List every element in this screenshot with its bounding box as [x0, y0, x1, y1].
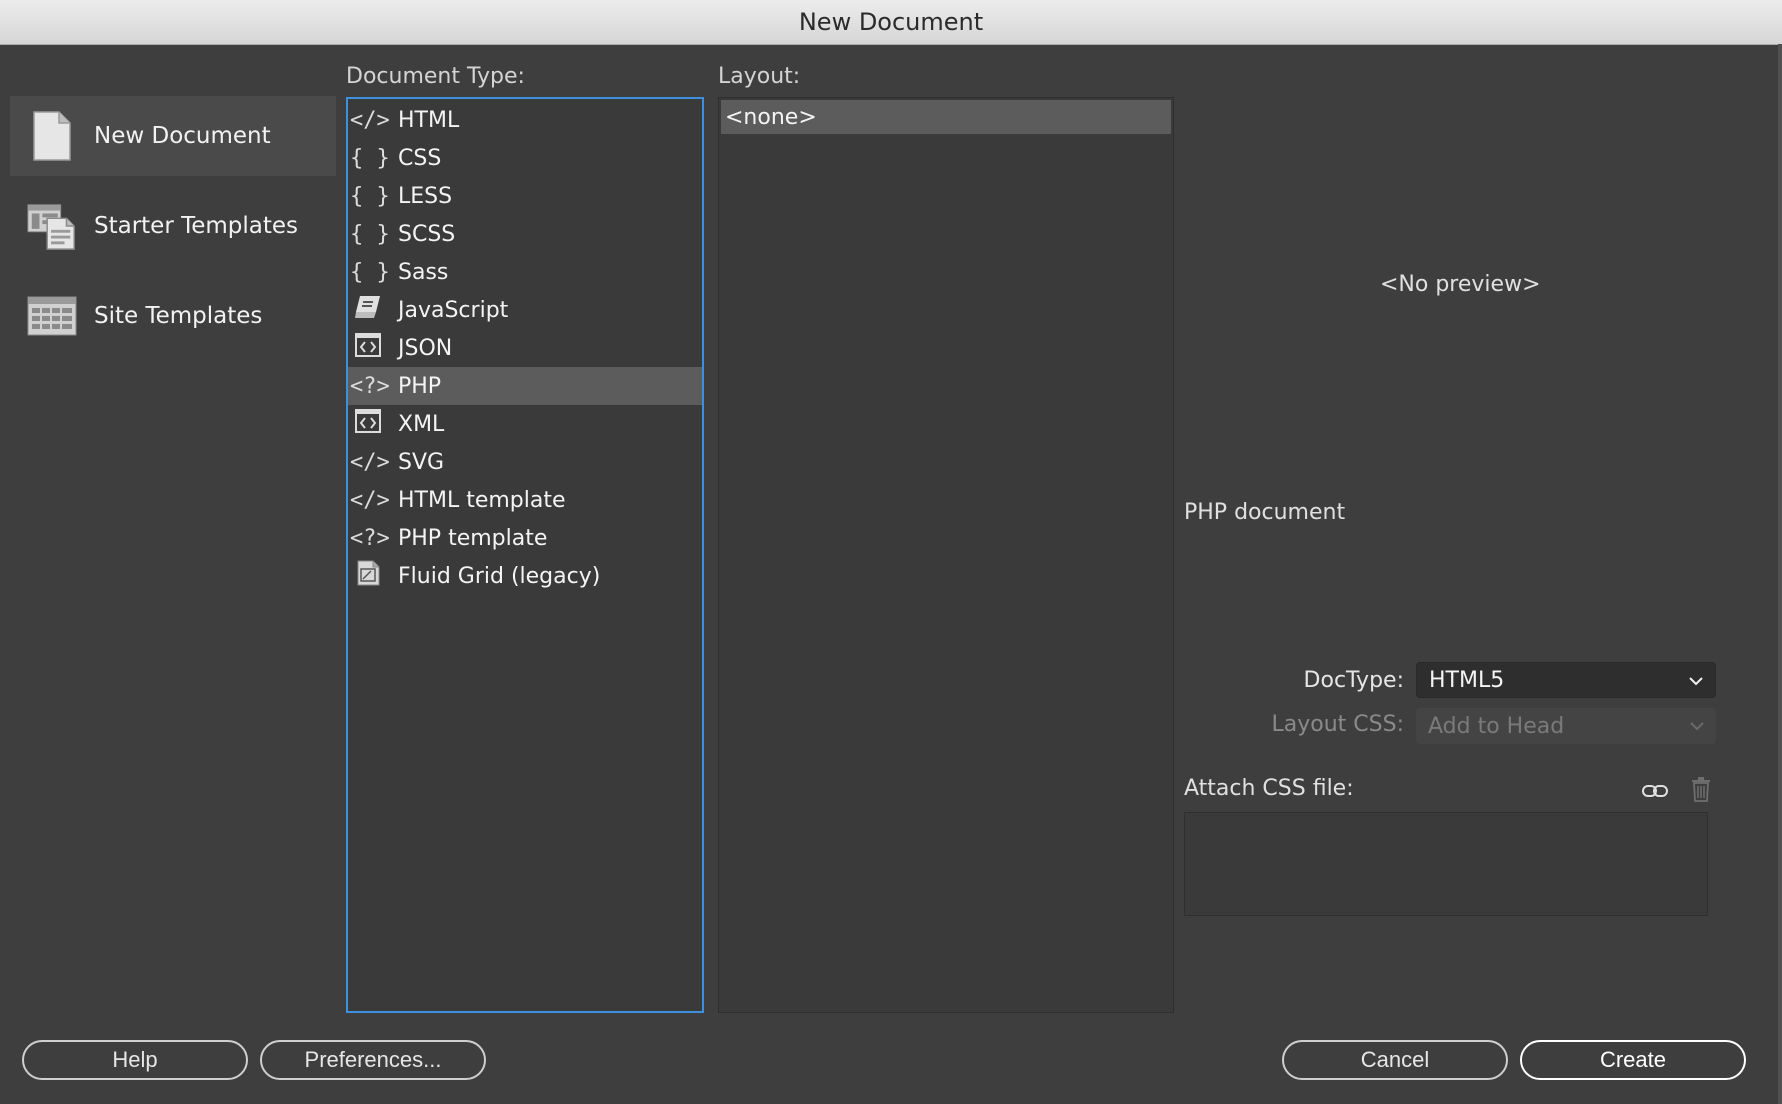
layout-label: Layout: [718, 64, 801, 89]
code-tag-icon: </> [350, 449, 390, 475]
layout-css-select: Add to Head [1416, 708, 1716, 744]
list-item[interactable]: Fluid Grid (legacy) [348, 557, 702, 595]
php-tag-icon: <?> [350, 373, 390, 399]
document-description: PHP document [1184, 500, 1346, 525]
list-item[interactable]: { } SCSS [348, 215, 702, 253]
list-item-label: LESS [398, 183, 453, 209]
help-button[interactable]: Help [22, 1040, 248, 1080]
chevron-down-icon [1688, 716, 1706, 741]
list-item-label: SCSS [398, 221, 456, 247]
list-item[interactable]: JavaScript [348, 291, 702, 329]
list-item[interactable]: { } CSS [348, 139, 702, 177]
sidebar-item-new-document[interactable]: New Document [10, 96, 336, 176]
doctype-value: HTML5 [1429, 667, 1505, 693]
doctype-label: DocType: [1303, 668, 1404, 693]
create-button[interactable]: Create [1520, 1040, 1746, 1080]
boxed-code-icon [350, 332, 386, 364]
new-document-dialog: New Document New Document Starter Templa… [0, 0, 1782, 1104]
trash-icon[interactable] [1686, 774, 1716, 804]
list-item[interactable]: </> SVG [348, 443, 702, 481]
php-tag-icon: <?> [350, 525, 390, 551]
braces-icon: { } [350, 221, 390, 247]
cancel-button[interactable]: Cancel [1282, 1040, 1508, 1080]
braces-icon: { } [350, 183, 390, 209]
fluid-grid-icon [350, 559, 386, 593]
document-type-label: Document Type: [346, 64, 525, 89]
layout-css-value: Add to Head [1428, 713, 1565, 739]
list-item[interactable]: </> HTML template [348, 481, 702, 519]
list-item-selected[interactable]: <?> PHP [348, 367, 702, 405]
braces-icon: { } [350, 259, 390, 285]
sidebar-item-label: Starter Templates [94, 213, 299, 239]
list-item-label: HTML template [398, 487, 566, 513]
list-item-label: Sass [398, 259, 449, 285]
doctype-select[interactable]: HTML5 [1416, 662, 1716, 698]
link-icon[interactable] [1640, 776, 1670, 806]
list-item[interactable]: JSON [348, 329, 702, 367]
title-bar: New Document [0, 0, 1782, 45]
list-item[interactable]: </> HTML [348, 101, 702, 139]
list-item[interactable]: XML [348, 405, 702, 443]
preferences-button[interactable]: Preferences... [260, 1040, 486, 1080]
layout-css-label: Layout CSS: [1271, 712, 1404, 737]
list-item-selected[interactable]: <none> [721, 100, 1171, 134]
list-item-label: SVG [398, 449, 445, 475]
window-title: New Document [798, 8, 984, 36]
list-item-label: CSS [398, 145, 442, 171]
list-item-label: PHP [398, 373, 442, 399]
list-item[interactable]: <?> PHP template [348, 519, 702, 557]
site-templates-icon [26, 290, 78, 342]
list-item-label: JSON [398, 335, 453, 361]
attached-css-list[interactable] [1184, 812, 1708, 916]
sidebar-item-site-templates[interactable]: Site Templates [10, 276, 336, 356]
starter-templates-icon [26, 200, 78, 252]
list-item-label: PHP template [398, 525, 548, 551]
list-item[interactable]: { } Sass [348, 253, 702, 291]
sidebar-item-label: New Document [94, 123, 271, 149]
document-type-list[interactable]: </> HTML { } CSS { } LESS { } SCSS { } S… [346, 97, 704, 1013]
braces-icon: { } [350, 145, 390, 171]
list-item-label: Fluid Grid (legacy) [398, 563, 601, 589]
attach-css-label: Attach CSS file: [1184, 776, 1354, 801]
preview-placeholder: <No preview> [1380, 272, 1541, 297]
list-item-label: HTML [398, 107, 460, 133]
window-edge [1778, 44, 1782, 1104]
document-icon [26, 110, 78, 162]
sidebar-item-starter-templates[interactable]: Starter Templates [10, 186, 336, 266]
boxed-code-icon [350, 408, 386, 440]
script-scroll-icon [350, 294, 386, 326]
list-item-label: XML [398, 411, 445, 437]
code-tag-icon: </> [350, 107, 390, 133]
list-item-label: JavaScript [398, 297, 509, 323]
list-item[interactable]: { } LESS [348, 177, 702, 215]
chevron-down-icon [1687, 671, 1705, 696]
sidebar: New Document Starter Templates Site Temp… [10, 96, 336, 366]
sidebar-item-label: Site Templates [94, 303, 263, 329]
code-tag-icon: </> [350, 487, 390, 513]
layout-list[interactable]: <none> [718, 97, 1174, 1013]
